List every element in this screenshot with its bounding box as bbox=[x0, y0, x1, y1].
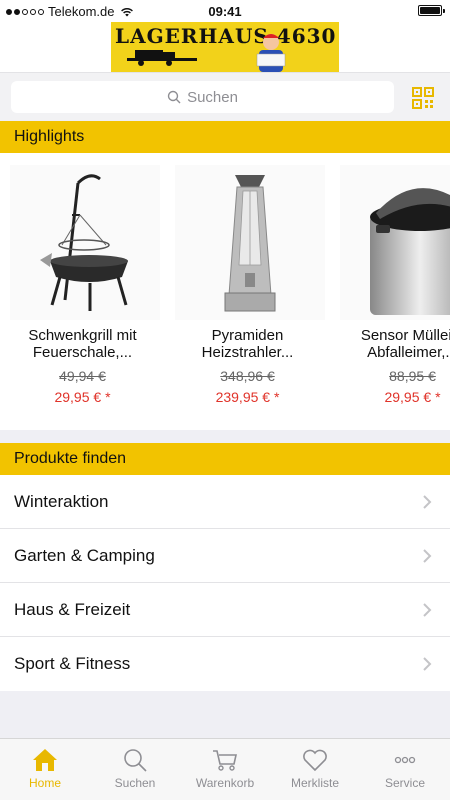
product-new-price: 29,95 € * bbox=[384, 389, 441, 405]
header: LAGERHAUS 4630 bbox=[0, 22, 450, 72]
search-placeholder: Suchen bbox=[187, 88, 238, 106]
categories-header: Produkte finden bbox=[0, 443, 450, 475]
category-list: Winteraktion Garten & Camping Haus & Fre… bbox=[0, 475, 450, 691]
product-card[interactable]: Pyramiden Heizstrahler... 348,96 € 239,9… bbox=[165, 153, 330, 430]
logo-text: LAGERHAUS 4630 bbox=[115, 24, 337, 48]
cart-icon bbox=[213, 750, 237, 771]
search-input[interactable]: Suchen bbox=[11, 81, 394, 113]
category-label: Garten & Camping bbox=[14, 546, 155, 565]
product-name: Pyramiden Heizstrahler... bbox=[201, 327, 294, 361]
home-icon bbox=[33, 749, 57, 771]
product-card[interactable]: Sensor Mülleim Abfalleimer,... 88,95 € 2… bbox=[330, 153, 450, 430]
category-item-sport-fitness[interactable]: Sport & Fitness bbox=[0, 637, 450, 691]
search-bar-row: Suchen bbox=[0, 72, 450, 120]
product-new-price: 239,95 € * bbox=[215, 389, 280, 405]
chevron-right-icon bbox=[423, 495, 432, 509]
product-card[interactable]: Schwenkgrill mit Feuerschale,... 49,94 €… bbox=[0, 153, 165, 430]
tab-label: Service bbox=[384, 776, 425, 790]
tab-merkliste[interactable]: Merkliste bbox=[270, 739, 360, 800]
tab-home[interactable]: Home bbox=[0, 739, 90, 800]
tab-label: Merkliste bbox=[290, 776, 339, 790]
chevron-right-icon bbox=[423, 657, 432, 671]
search-icon bbox=[167, 90, 181, 104]
product-old-price: 88,95 € bbox=[389, 368, 436, 384]
product-new-price: 29,95 € * bbox=[54, 389, 111, 405]
tab-label: Suchen bbox=[114, 776, 156, 790]
highlights-carousel[interactable]: Schwenkgrill mit Feuerschale,... 49,94 €… bbox=[0, 153, 450, 430]
search-icon bbox=[124, 749, 147, 772]
product-old-price: 348,96 € bbox=[220, 368, 275, 384]
truck-icon bbox=[127, 50, 197, 66]
tab-label: Warenkorb bbox=[195, 776, 255, 790]
chevron-right-icon bbox=[423, 549, 432, 563]
status-bar: Telekom.de 09:41 bbox=[0, 0, 450, 22]
category-item-winteraktion[interactable]: Winteraktion bbox=[0, 475, 450, 529]
category-item-haus-freizeit[interactable]: Haus & Freizeit bbox=[0, 583, 450, 637]
product-old-price: 49,94 € bbox=[59, 368, 106, 384]
tab-label: Home bbox=[28, 776, 61, 790]
category-label: Winteraktion bbox=[14, 492, 109, 511]
product-image-patio-heater bbox=[175, 165, 325, 320]
product-name: Sensor Mülleim Abfalleimer,... bbox=[360, 327, 450, 361]
product-name: Schwenkgrill mit Feuerschale,... bbox=[28, 327, 137, 361]
category-label: Haus & Freizeit bbox=[14, 600, 131, 619]
category-item-garten-camping[interactable]: Garten & Camping bbox=[0, 529, 450, 583]
qr-code-icon[interactable] bbox=[412, 87, 434, 109]
product-image-swing-grill bbox=[10, 165, 160, 320]
brand-logo[interactable]: LAGERHAUS 4630 bbox=[111, 22, 339, 72]
tab-service[interactable]: Service bbox=[360, 739, 450, 800]
tab-warenkorb[interactable]: Warenkorb bbox=[180, 739, 270, 800]
tab-suchen[interactable]: Suchen bbox=[90, 739, 180, 800]
heart-icon bbox=[303, 749, 327, 772]
battery-icon bbox=[418, 5, 445, 16]
chevron-right-icon bbox=[423, 603, 432, 617]
category-label: Sport & Fitness bbox=[14, 654, 131, 673]
product-image-sensor-bin bbox=[340, 165, 450, 320]
tab-bar: Home Suchen Warenkorb Merkliste Service bbox=[0, 738, 450, 800]
mascot-icon bbox=[256, 34, 286, 72]
more-icon bbox=[394, 756, 416, 764]
highlights-header: Highlights bbox=[0, 121, 450, 153]
status-time: 09:41 bbox=[208, 4, 242, 19]
